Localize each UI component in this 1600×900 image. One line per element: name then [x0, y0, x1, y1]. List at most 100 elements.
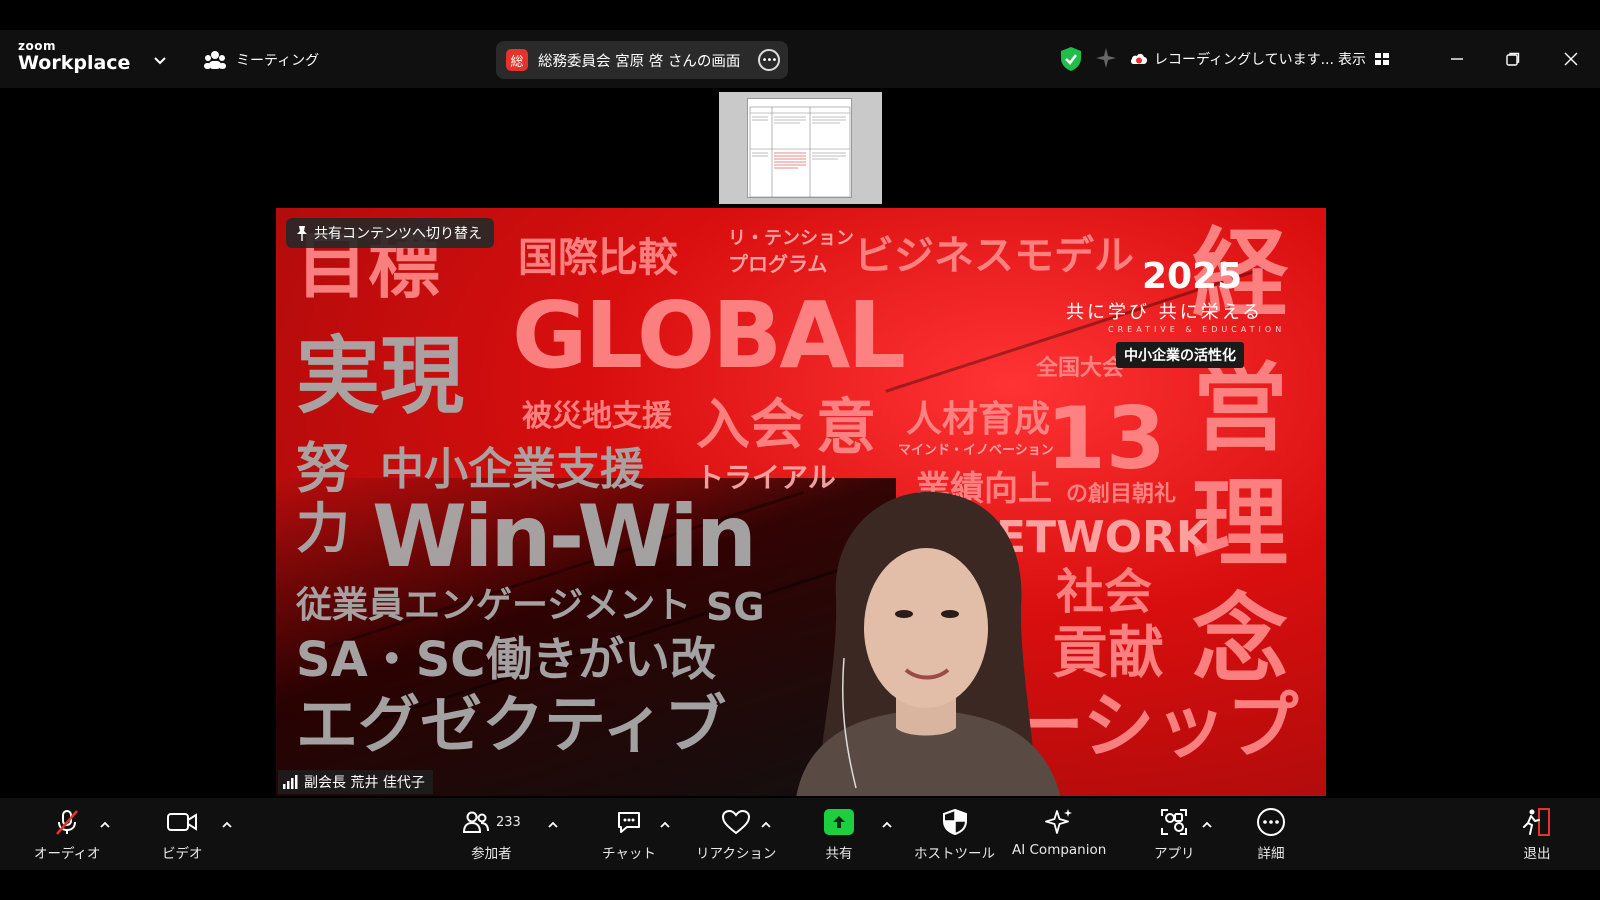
reactions-options-caret-icon[interactable]	[759, 818, 773, 832]
slide-word: 国際比較	[518, 235, 678, 281]
chat-button[interactable]: チャット	[602, 808, 656, 862]
ai-companion-label: AI Companion	[1012, 842, 1107, 858]
more-options-icon[interactable]: •••	[758, 49, 780, 71]
slide-word: 念	[1192, 584, 1288, 696]
slide-word: 従業員エンゲージメント	[296, 585, 692, 626]
chevron-down-icon[interactable]	[152, 52, 168, 68]
minimize-icon	[1451, 58, 1463, 60]
view-menu[interactable]: 表示	[1338, 49, 1390, 69]
slide-word: 理	[1192, 468, 1288, 580]
chat-label: チャット	[602, 846, 656, 862]
ai-sparkle-icon[interactable]	[1094, 46, 1118, 70]
reactions-button[interactable]: リアクション	[696, 808, 776, 862]
close-icon	[1564, 52, 1578, 66]
audio-options-caret-icon[interactable]	[98, 818, 112, 832]
slide-word: 力	[296, 497, 350, 560]
slide-word: 13	[1046, 389, 1166, 489]
document-table-preview	[749, 106, 851, 198]
slide-word: 努	[296, 437, 350, 500]
more-dots-icon	[1257, 808, 1285, 836]
share-button[interactable]: 共有	[824, 808, 854, 862]
host-tools-button[interactable]: ホストツール	[914, 808, 995, 862]
reactions-label: リアクション	[696, 846, 777, 862]
participants-icon	[462, 811, 489, 833]
slide-word: マインド・イノベーション	[898, 443, 1054, 458]
slide-word: プログラム	[728, 252, 828, 276]
share-screen-icon	[824, 809, 854, 835]
encryption-shield-icon[interactable]	[1060, 46, 1082, 72]
apps-icon	[1161, 809, 1188, 835]
slide-word: 中小企業支援	[380, 444, 644, 495]
leave-door-icon	[1523, 808, 1550, 836]
slide-word: の創目朝礼	[1066, 482, 1177, 507]
restore-icon	[1506, 52, 1520, 66]
slide-word: Win-Win	[372, 487, 757, 587]
screen-share-indicator[interactable]: 総 総務委員会 宮原 啓 さんの画面 •••	[496, 41, 788, 79]
slide-tagline: 共に学び 共に栄える	[1066, 302, 1264, 323]
chat-bubble-icon	[617, 812, 640, 833]
slide-word: 人材育成	[906, 399, 1051, 440]
people-icon	[204, 51, 226, 69]
participant-count: 233	[496, 814, 521, 830]
host-tools-label: ホストツール	[914, 846, 995, 862]
meeting-toolbar: オーディオ ビデオ 233 参加者 チャット リアクション 共有 ホストツール …	[0, 798, 1600, 870]
pin-icon	[297, 226, 307, 241]
participants-options-caret-icon[interactable]	[546, 818, 560, 832]
close-button[interactable]	[1556, 44, 1586, 74]
slide-word: 実現	[296, 327, 465, 425]
shared-screen-thumbnail[interactable]	[719, 92, 882, 204]
speaker-video-feed	[796, 491, 1061, 796]
slide-year: 2025	[1142, 256, 1243, 297]
audio-button[interactable]: オーディオ	[34, 808, 101, 862]
audio-label: オーディオ	[34, 846, 101, 862]
ai-companion-sparkle-icon	[1045, 809, 1073, 834]
recording-text: レコーディングしています...	[1154, 52, 1334, 68]
more-label: 詳細	[1257, 846, 1285, 862]
speaker-name: 副会長 荒井 佳代子	[304, 775, 425, 791]
apps-options-caret-icon[interactable]	[1200, 818, 1214, 832]
top-bar: zoom Workplace ミーティング 総 総務委員会 宮原 啓 さんの画面…	[0, 30, 1600, 88]
slide-word: SG	[706, 585, 765, 629]
meeting-label: ミーティング	[236, 53, 320, 69]
slide-word: 営	[1192, 352, 1288, 464]
share-label: 共有	[825, 846, 853, 862]
share-options-caret-icon[interactable]	[880, 818, 894, 832]
leave-meeting-button[interactable]: 退出	[1522, 808, 1552, 862]
gallery-grid-icon	[1375, 53, 1389, 65]
slide-word: 入会	[696, 393, 804, 456]
video-options-caret-icon[interactable]	[220, 818, 234, 832]
heart-icon	[722, 809, 751, 835]
signal-strength-icon	[283, 775, 298, 789]
share-title: 総務委員会 宮原 啓 さんの画面	[538, 53, 741, 70]
video-button[interactable]: ビデオ	[162, 808, 203, 862]
sharer-avatar-badge: 総	[506, 49, 528, 71]
participants-label: 参加者	[471, 846, 512, 862]
slide-word: 全国大会	[1036, 356, 1125, 381]
host-shield-icon	[942, 808, 967, 836]
view-label: 表示	[1338, 52, 1366, 68]
ai-companion-button[interactable]: AI Companion	[1012, 808, 1106, 858]
participants-button[interactable]: 233 参加者	[462, 808, 521, 862]
slide-subtag: CREATIVE & EDUCATION	[1108, 325, 1286, 334]
recording-indicator[interactable]: レコーディングしています...	[1130, 49, 1334, 69]
video-camera-icon	[167, 813, 198, 831]
apps-button[interactable]: アプリ	[1154, 808, 1195, 862]
slide-word: リ・テンション	[728, 228, 854, 249]
arrow-up-icon	[833, 816, 845, 828]
restore-button[interactable]	[1498, 44, 1528, 74]
switch-to-shared-content-button[interactable]: 共有コンテンツへ切り替え	[286, 218, 494, 248]
cloud-recording-icon	[1130, 53, 1148, 64]
minimize-button[interactable]	[1442, 44, 1472, 74]
slide-word: 被災地支援	[522, 399, 672, 434]
meeting-menu[interactable]: ミーティング	[204, 50, 319, 70]
speaker-name-tag: 副会長 荒井 佳代子	[278, 770, 433, 794]
more-button[interactable]: 詳細	[1256, 808, 1286, 862]
shared-content-view[interactable]: 目標 国際比較 リ・テンション プログラム ビジネスモデル 経 GLOBAL 実…	[276, 208, 1326, 796]
muted-microphone-icon	[56, 810, 79, 835]
slide-word: 働きがい改	[486, 632, 716, 686]
slide-word: 意	[816, 393, 876, 463]
zoom-workplace-logo[interactable]: zoom Workplace	[18, 40, 130, 73]
slide-badge: 中小企業の活性化	[1116, 342, 1244, 368]
chat-options-caret-icon[interactable]	[658, 818, 672, 832]
slide-word: GLOBAL	[512, 282, 906, 389]
